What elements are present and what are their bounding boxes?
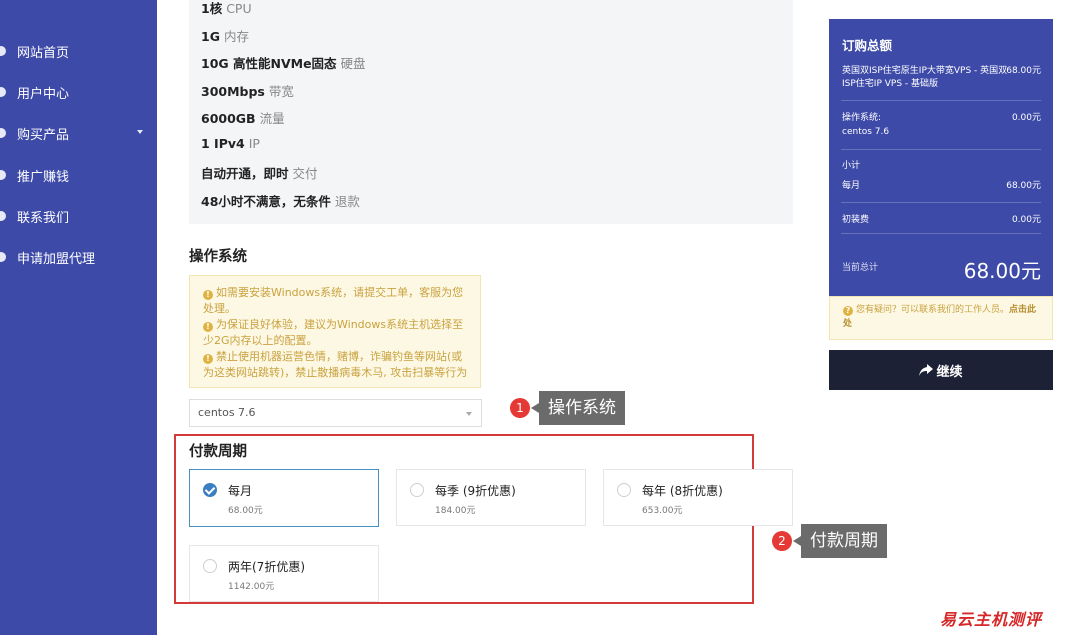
continue-button[interactable]: 继续 bbox=[829, 350, 1053, 390]
billing-option-monthly[interactable]: 每月 68.00元 bbox=[189, 469, 379, 527]
sidebar-item-label: 申请加盟代理 bbox=[17, 251, 96, 267]
order-summary: 订购总额 英国双ISP住宅原生IP大带宽VPS - 英国双ISP住宅IP VPS… bbox=[829, 19, 1053, 296]
summary-total-label: 当前总计 bbox=[842, 263, 879, 273]
divider bbox=[841, 100, 1041, 101]
summary-total-value: 68.00元 bbox=[963, 259, 1041, 283]
share-arrow-icon bbox=[919, 364, 934, 376]
sidebar-item-home[interactable]: 网站首页 bbox=[0, 37, 157, 65]
os-section-title: 操作系统 bbox=[189, 249, 247, 265]
annotation-marker-2: 2 bbox=[772, 531, 792, 551]
notice-line: ! 为保证良好体验，建议为Windows系统主机选择至少2G内存以上的配置。 bbox=[203, 318, 464, 347]
summary-product-name: 英国双ISP住宅原生IP大带宽VPS - 英国双ISP住宅IP VPS - 基础… bbox=[842, 66, 1008, 89]
help-notice: ? 您有疑问？可以联系我们的工作人员。点击此处 bbox=[829, 296, 1053, 340]
continue-label: 继续 bbox=[936, 364, 963, 380]
sidebar: 网站首页 用户中心 购买产品 推广赚钱 联系我们 申请加盟代理 bbox=[0, 0, 157, 635]
billing-option-quarterly[interactable]: 每季 (9折优惠) 184.00元 bbox=[396, 469, 586, 526]
summary-title: 订购总额 bbox=[842, 38, 893, 53]
summary-os-price: 0.00元 bbox=[1011, 113, 1041, 123]
billing-option-yearly[interactable]: 每年 (8折优惠) 653.00元 bbox=[603, 469, 793, 526]
spec-cpu: 1核 CPU bbox=[201, 1, 252, 16]
divider bbox=[841, 202, 1041, 203]
summary-os-label: 操作系统: bbox=[842, 113, 882, 123]
spec-ip: 1 IPv4 IP bbox=[201, 136, 260, 151]
billing-option-price: 68.00元 bbox=[228, 506, 263, 516]
question-icon: ? bbox=[843, 306, 853, 316]
radio-unchecked[interactable] bbox=[203, 559, 217, 573]
sidebar-item-label: 推广赚钱 bbox=[17, 169, 70, 185]
os-notice: ! 如需要安装Windows系统，请提交工单，客服为您处理。 ! 为保证良好体验，建… bbox=[189, 275, 481, 388]
billing-option-price: 184.00元 bbox=[435, 506, 476, 516]
help-text: 您有疑问？可以联系我们的工作人员。 bbox=[856, 305, 1010, 315]
chevron-down-icon bbox=[137, 130, 143, 134]
sidebar-item-label: 联系我们 bbox=[17, 210, 70, 226]
billing-option-name: 每月 bbox=[228, 484, 253, 498]
billing-option-price: 653.00元 bbox=[642, 506, 683, 516]
home-icon bbox=[0, 46, 6, 56]
divider bbox=[841, 149, 1041, 150]
summary-subtotal-label: 小计 bbox=[842, 161, 861, 171]
billing-option-biennial[interactable]: 两年(7折优惠) 1142.00元 bbox=[189, 545, 379, 602]
notice-line: ! 禁止使用机器运营色情，赌博，诈骗钓鱼等网站(或为这类网站跳转)，禁止散播病毒木… bbox=[203, 350, 468, 379]
summary-setup-price: 0.00元 bbox=[1011, 215, 1041, 225]
sidebar-item-label: 购买产品 bbox=[17, 127, 70, 143]
spec-traffic: 6000GB 流量 bbox=[201, 111, 285, 126]
sidebar-item-label: 用户中心 bbox=[17, 86, 70, 102]
sidebar-item-buy-products[interactable]: 购买产品 bbox=[0, 119, 157, 147]
billing-option-name: 每季 (9折优惠) bbox=[435, 484, 516, 498]
watermark: 易云主机测评 bbox=[940, 610, 1043, 629]
warning-icon: ! bbox=[203, 354, 213, 364]
spec-disk: 10G 高性能NVMe固态 硬盘 bbox=[201, 56, 366, 71]
user-icon bbox=[0, 87, 6, 97]
annotation-callout-1: 操作系统 bbox=[531, 391, 625, 425]
billing-option-name: 每年 (8折优惠) bbox=[642, 484, 723, 498]
spec-bandwidth: 300Mbps 带宽 bbox=[201, 84, 294, 99]
cart-icon bbox=[0, 128, 6, 138]
summary-os-value: centos 7.6 bbox=[842, 127, 890, 137]
summary-product-price: 68.00元 bbox=[1006, 66, 1041, 76]
globe-icon bbox=[0, 252, 6, 262]
billing-option-name: 两年(7折优惠) bbox=[228, 560, 305, 574]
sidebar-item-label: 网站首页 bbox=[17, 45, 70, 61]
radio-unchecked[interactable] bbox=[617, 483, 631, 497]
summary-cycle-price: 68.00元 bbox=[1006, 181, 1041, 191]
chevron-down-icon bbox=[466, 412, 472, 416]
sidebar-item-user-center[interactable]: 用户中心 bbox=[0, 78, 157, 106]
summary-cycle-label: 每月 bbox=[842, 181, 861, 191]
billing-option-price: 1142.00元 bbox=[228, 582, 275, 592]
warning-icon: ! bbox=[203, 290, 213, 300]
sidebar-item-contact[interactable]: 联系我们 bbox=[0, 202, 157, 230]
summary-setup-label: 初装费 bbox=[842, 215, 870, 225]
notice-line: ! 如需要安装Windows系统，请提交工单，客服为您处理。 bbox=[203, 286, 464, 315]
annotation-callout-2: 付款周期 bbox=[793, 524, 887, 558]
money-icon bbox=[0, 170, 6, 180]
annotation-marker-1: 1 bbox=[510, 398, 530, 418]
divider bbox=[841, 233, 1041, 234]
spec-memory: 1G 内存 bbox=[201, 29, 249, 44]
sidebar-item-affiliate[interactable]: 推广赚钱 bbox=[0, 161, 157, 189]
radio-checked[interactable] bbox=[203, 483, 217, 497]
contact-icon bbox=[0, 211, 6, 221]
spec-delivery: 自动开通，即时 交付 bbox=[201, 166, 318, 181]
warning-icon: ! bbox=[203, 322, 213, 332]
spec-refund: 48小时不满意，无条件 退款 bbox=[201, 194, 360, 209]
os-select-value: centos 7.6 bbox=[198, 406, 256, 419]
radio-unchecked[interactable] bbox=[410, 483, 424, 497]
os-select[interactable]: centos 7.6 bbox=[189, 399, 482, 427]
billing-section-title: 付款周期 bbox=[189, 444, 247, 460]
product-specs: 1核 CPU 1G 内存 10G 高性能NVMe固态 硬盘 300Mbps 带宽… bbox=[189, 0, 793, 224]
sidebar-item-agent[interactable]: 申请加盟代理 bbox=[0, 243, 157, 271]
